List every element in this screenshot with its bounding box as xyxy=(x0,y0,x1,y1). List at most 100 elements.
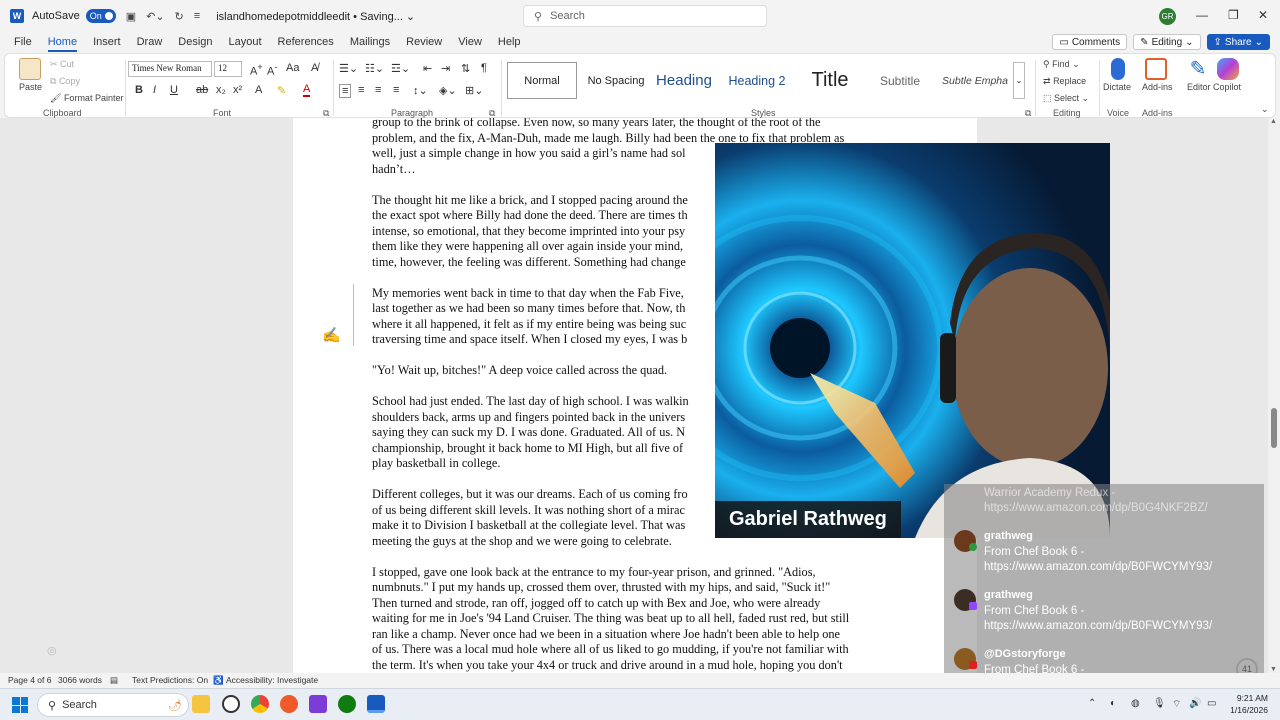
obs-icon[interactable] xyxy=(309,695,327,713)
style-normal[interactable]: Normal xyxy=(507,62,577,99)
paste-label[interactable]: Paste xyxy=(19,82,42,92)
undo-icon[interactable]: ↶⌄ xyxy=(146,10,164,23)
multilevel-list-icon[interactable]: ☲⌄ xyxy=(391,62,410,75)
tab-references[interactable]: References xyxy=(270,32,342,52)
numbering-icon[interactable]: ☷⌄ xyxy=(365,62,384,75)
restore-icon[interactable]: ❐ xyxy=(1228,8,1239,22)
tab-mailings[interactable]: Mailings xyxy=(342,32,398,52)
tab-layout[interactable]: Layout xyxy=(221,32,270,52)
word-icon[interactable] xyxy=(367,695,385,713)
tray-app-icon[interactable]: ◐ xyxy=(1110,698,1116,709)
replace-button[interactable]: ⇄ Replace xyxy=(1043,76,1086,87)
clock[interactable]: 9:21 AM 1/16/2026 xyxy=(1230,692,1268,716)
increase-indent-icon[interactable]: ⇥ xyxy=(441,62,450,75)
font-size-select[interactable]: 12 xyxy=(214,61,242,77)
style-no-spacing[interactable]: No Spacing xyxy=(581,62,651,99)
italic-button[interactable]: I xyxy=(153,84,156,96)
volume-icon[interactable]: 🔊 xyxy=(1189,698,1201,709)
select-button[interactable]: ⬚ Select ⌄ xyxy=(1043,93,1089,104)
format-painter-button[interactable]: 🖌 Format Painter xyxy=(50,93,123,104)
align-right-icon[interactable]: ≡ xyxy=(375,84,381,96)
redo-icon[interactable]: ↻ xyxy=(175,10,184,23)
chatgpt-icon[interactable] xyxy=(222,695,240,713)
style-subtle-emphasis[interactable]: Subtle Empha xyxy=(937,62,1013,99)
vertical-scrollbar[interactable]: ▲ ▼ xyxy=(1268,118,1280,673)
avatar[interactable]: GR xyxy=(1159,8,1176,25)
align-left-icon[interactable]: ≡ xyxy=(339,84,352,98)
editor-icon[interactable]: ✎ xyxy=(1187,58,1209,80)
style-heading-2[interactable]: Heading 2 xyxy=(721,62,793,99)
scroll-down-icon[interactable]: ▼ xyxy=(1270,666,1277,673)
microphone-icon[interactable] xyxy=(1111,58,1125,80)
cut-button[interactable]: ✂ Cut xyxy=(50,59,74,70)
close-icon[interactable]: ✕ xyxy=(1258,8,1268,22)
align-center-icon[interactable]: ≡ xyxy=(358,84,364,96)
tab-draw[interactable]: Draw xyxy=(129,32,171,52)
style-title[interactable]: Title xyxy=(797,62,863,99)
scroll-up-icon[interactable]: ▲ xyxy=(1270,118,1277,125)
document-title[interactable]: islandhomedepotmiddleedit • Saving... ⌄ xyxy=(216,10,415,23)
word-count[interactable]: 3066 words xyxy=(58,675,102,685)
superscript-button[interactable]: x² xyxy=(233,84,242,96)
file-explorer-icon[interactable] xyxy=(192,695,210,713)
autosave-toggle[interactable]: On xyxy=(85,9,116,23)
text-effects-icon[interactable]: A xyxy=(255,84,262,96)
microphone-tray-icon[interactable]: 🎙 xyxy=(1153,698,1166,709)
addins-label[interactable]: Add-ins xyxy=(1142,82,1173,92)
style-heading[interactable]: Heading xyxy=(651,62,717,99)
sort-icon[interactable]: ⇅ xyxy=(461,62,470,75)
taskbar-search[interactable]: ⚲ Search 🌶 xyxy=(37,693,189,717)
shrink-font-icon[interactable]: A- xyxy=(267,62,277,78)
shading-icon[interactable]: ◈⌄ xyxy=(439,84,457,97)
tab-insert[interactable]: Insert xyxy=(85,32,129,52)
style-subtitle[interactable]: Subtitle xyxy=(867,62,933,99)
paste-icon[interactable] xyxy=(19,58,41,80)
line-spacing-icon[interactable]: ↕⌄ xyxy=(413,84,428,97)
share-button[interactable]: ⇪ Share ⌄ xyxy=(1206,34,1270,50)
dictate-label[interactable]: Dictate xyxy=(1103,82,1131,92)
search-input[interactable]: ⚲ Search xyxy=(523,5,767,27)
save-icon[interactable]: ▣ xyxy=(126,10,136,23)
subscript-button[interactable]: x₂ xyxy=(216,84,226,96)
start-icon[interactable] xyxy=(12,697,28,713)
copilot-label[interactable]: Copilot xyxy=(1213,82,1241,92)
highlight-icon[interactable]: ✎ xyxy=(277,84,286,97)
wifi-icon[interactable]: ⌔ xyxy=(1172,698,1181,711)
tray-app-icon[interactable]: ◍ xyxy=(1131,698,1140,709)
collapse-ribbon-icon[interactable]: ⌄ xyxy=(1261,104,1269,115)
xbox-icon[interactable] xyxy=(338,695,356,713)
copilot-icon[interactable] xyxy=(1217,58,1239,80)
tab-design[interactable]: Design xyxy=(170,32,220,52)
editor-label[interactable]: Editor xyxy=(1187,82,1211,92)
bullets-icon[interactable]: ☰⌄ xyxy=(339,62,358,75)
tab-view[interactable]: View xyxy=(450,32,490,52)
tray-expand-icon[interactable]: ⌃ xyxy=(1088,698,1096,709)
scrollbar-thumb[interactable] xyxy=(1271,408,1277,448)
chrome-icon[interactable] xyxy=(251,695,269,713)
tab-review[interactable]: Review xyxy=(398,32,450,52)
brave-icon[interactable] xyxy=(280,695,298,713)
tab-home[interactable]: Home xyxy=(40,32,85,52)
clear-formatting-icon[interactable]: A̸ xyxy=(311,62,318,74)
comments-button[interactable]: ▭ Comments xyxy=(1052,34,1128,50)
borders-icon[interactable]: ⊞⌄ xyxy=(465,84,483,97)
font-family-select[interactable]: Times New Roman xyxy=(128,61,212,77)
addins-icon[interactable] xyxy=(1145,58,1167,80)
battery-icon[interactable]: ▭ xyxy=(1207,698,1216,709)
tab-help[interactable]: Help xyxy=(490,32,529,52)
find-button[interactable]: ⚲ Find ⌄ xyxy=(1043,59,1080,70)
bold-button[interactable]: B xyxy=(135,84,143,96)
text-predictions-status[interactable]: Text Predictions: On xyxy=(132,675,208,685)
focus-icon[interactable]: ◎ xyxy=(47,644,57,657)
accessibility-status[interactable]: Accessibility: Investigate xyxy=(226,675,318,685)
copy-button[interactable]: ⧉ Copy xyxy=(50,76,80,87)
minimize-icon[interactable]: — xyxy=(1196,8,1208,22)
font-color-icon[interactable]: A xyxy=(303,84,311,97)
justify-icon[interactable]: ≡ xyxy=(393,84,399,96)
decrease-indent-icon[interactable]: ⇤ xyxy=(423,62,432,75)
page-count[interactable]: Page 4 of 6 xyxy=(8,675,51,685)
tab-file[interactable]: File xyxy=(6,32,40,52)
proofing-icon[interactable]: ▤ xyxy=(110,675,118,686)
customize-toolbar-icon[interactable]: ≡ xyxy=(194,10,200,22)
styles-more-icon[interactable]: ⌄ xyxy=(1013,62,1025,99)
